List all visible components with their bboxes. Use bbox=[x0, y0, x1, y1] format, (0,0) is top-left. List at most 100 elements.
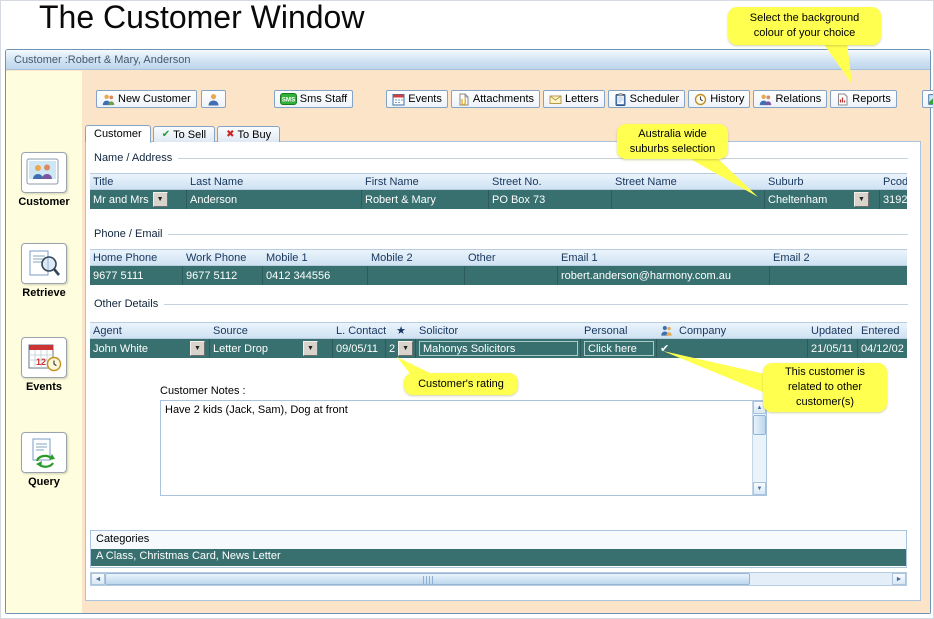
suburb-cell[interactable]: Cheltenham▼ bbox=[765, 190, 880, 209]
retrieve-magnifier-icon bbox=[21, 243, 67, 284]
updated-cell: 21/05/11 bbox=[808, 339, 858, 358]
sidebar-item-retrieve[interactable]: Retrieve bbox=[6, 243, 82, 299]
sidebar-item-customer[interactable]: Customer bbox=[6, 152, 82, 208]
col-street-no: Street No. bbox=[489, 176, 612, 188]
customer-notes-text[interactable]: Have 2 kids (Jack, Sam), Dog at front bbox=[165, 404, 748, 416]
relations-button[interactable]: Relations bbox=[753, 90, 827, 108]
events-button[interactable]: Events bbox=[386, 90, 448, 108]
sidebar-item-events[interactable]: 12 Events bbox=[6, 337, 82, 393]
svg-text:12: 12 bbox=[36, 357, 46, 367]
scroll-right-arrow-icon[interactable]: ► bbox=[892, 573, 906, 585]
toolbar: New Customer SMS Sms Staff Events bbox=[82, 88, 930, 110]
source-dropdown-button[interactable]: ▼ bbox=[303, 341, 318, 356]
col-last-name: Last Name bbox=[187, 176, 362, 188]
new-customer-button[interactable]: New Customer bbox=[96, 90, 197, 108]
letters-button[interactable]: Letters bbox=[543, 90, 605, 108]
company-related-cell[interactable]: ✔ bbox=[657, 339, 808, 358]
title-dropdown-button[interactable]: ▼ bbox=[153, 192, 168, 207]
categories-label: Categories bbox=[91, 531, 906, 549]
solicitor-cell[interactable]: Mahonys Solicitors bbox=[416, 339, 581, 358]
sidebar-item-query[interactable]: Query bbox=[6, 432, 82, 488]
callout-related: This customer is related to other custom… bbox=[763, 363, 887, 412]
street-name-cell[interactable] bbox=[612, 190, 765, 209]
other-details-table: Agent Source L. Contact ★ Solicitor Pers… bbox=[90, 322, 907, 358]
attachments-button[interactable]: Attachments bbox=[451, 90, 540, 108]
name-address-table: Title Last Name First Name Street No. St… bbox=[90, 173, 907, 209]
scroll-left-arrow-icon[interactable]: ◄ bbox=[91, 573, 105, 585]
col-entered: Entered bbox=[858, 325, 907, 337]
horizontal-scrollbar-thumb[interactable] bbox=[105, 573, 750, 585]
picture-icon bbox=[928, 93, 934, 106]
sidebar-item-label: Customer bbox=[6, 196, 82, 208]
events-icon bbox=[392, 93, 405, 106]
first-name-cell[interactable]: Robert & Mary bbox=[362, 190, 489, 209]
related-check-icon: ✔ bbox=[660, 342, 669, 355]
clipboard-icon bbox=[614, 93, 627, 106]
rating-dropdown-button[interactable]: ▼ bbox=[398, 341, 413, 356]
horizontal-scrollbar[interactable]: ◄ ► bbox=[90, 572, 907, 586]
phone-email-table: Home Phone Work Phone Mobile 1 Mobile 2 … bbox=[90, 249, 907, 285]
street-no-cell[interactable]: PO Box 73 bbox=[489, 190, 612, 209]
new-customer-icon bbox=[102, 93, 115, 106]
col-email-1: Email 1 bbox=[558, 252, 770, 264]
tab-to-buy[interactable]: ✖To Buy bbox=[217, 126, 280, 142]
background-colour-button[interactable] bbox=[922, 90, 934, 108]
scrollbar-grip-icon bbox=[423, 576, 433, 584]
reports-button[interactable]: Reports bbox=[830, 90, 897, 108]
work-phone-cell[interactable]: 9677 5112 bbox=[183, 266, 263, 285]
customer-notes-box[interactable]: Have 2 kids (Jack, Sam), Dog at front ▲ … bbox=[160, 400, 767, 496]
scroll-down-arrow-icon[interactable]: ▼ bbox=[753, 482, 766, 495]
col-first-name: First Name bbox=[362, 176, 489, 188]
callout-rating: Customer's rating bbox=[404, 373, 518, 395]
sms-staff-button[interactable]: SMS Sms Staff bbox=[274, 90, 353, 108]
chevron-down-icon: ▼ bbox=[194, 345, 201, 352]
page-title: The Customer Window bbox=[39, 0, 364, 36]
notes-scrollbar[interactable]: ▲ ▼ bbox=[752, 401, 766, 495]
col-personal: Personal bbox=[581, 325, 657, 337]
col-home-phone: Home Phone bbox=[90, 252, 183, 264]
col-suburb: Suburb bbox=[765, 176, 880, 188]
col-company: Company bbox=[657, 325, 808, 337]
customer-photo-icon bbox=[21, 152, 67, 193]
tab-customer[interactable]: Customer bbox=[85, 125, 151, 143]
chevron-down-icon: ▼ bbox=[858, 196, 865, 203]
agent-cell[interactable]: John White▼ bbox=[90, 339, 210, 358]
source-cell[interactable]: Letter Drop▼ bbox=[210, 339, 333, 358]
personal-cell[interactable]: Click here bbox=[581, 339, 657, 358]
home-phone-cell[interactable]: 9677 5111 bbox=[90, 266, 183, 285]
col-source: Source bbox=[210, 325, 333, 337]
email-1-cell[interactable]: robert.anderson@harmony.com.au bbox=[558, 266, 770, 285]
customer-notes-label: Customer Notes : bbox=[160, 385, 246, 397]
rating-cell[interactable]: 2▼ bbox=[386, 339, 416, 358]
mobile-1-cell[interactable]: 0412 344556 bbox=[263, 266, 368, 285]
last-name-cell[interactable]: Anderson bbox=[187, 190, 362, 209]
customer-picker-button[interactable] bbox=[201, 90, 226, 108]
section-other-details: Other Details bbox=[94, 298, 908, 310]
mobile-2-cell[interactable] bbox=[368, 266, 465, 285]
categories-value[interactable]: A Class, Christmas Card, News Letter bbox=[91, 549, 906, 566]
notes-scrollbar-thumb[interactable] bbox=[753, 415, 766, 435]
clock-icon bbox=[694, 93, 707, 106]
main-area: New Customer SMS Sms Staff Events bbox=[82, 71, 930, 613]
col-mobile-1: Mobile 1 bbox=[263, 252, 368, 264]
other-details-row: John White▼ Letter Drop▼ 09/05/11 2▼ Mah… bbox=[90, 339, 907, 358]
sidebar-item-label: Events bbox=[6, 381, 82, 393]
agent-dropdown-button[interactable]: ▼ bbox=[190, 341, 205, 356]
email-2-cell[interactable] bbox=[770, 266, 907, 285]
envelope-icon bbox=[549, 93, 562, 106]
section-phone-email: Phone / Email bbox=[94, 228, 908, 240]
chevron-down-icon: ▼ bbox=[402, 345, 409, 352]
history-button[interactable]: History bbox=[688, 90, 750, 108]
scheduler-button[interactable]: Scheduler bbox=[608, 90, 686, 108]
other-phone-cell[interactable] bbox=[465, 266, 558, 285]
title-cell[interactable]: Mr and Mrs▼ bbox=[90, 190, 187, 209]
report-icon bbox=[836, 93, 849, 106]
name-address-row: Mr and Mrs▼ Anderson Robert & Mary PO Bo… bbox=[90, 190, 907, 209]
pcod-cell[interactable]: 3192 bbox=[880, 190, 907, 209]
col-title: Title bbox=[90, 176, 187, 188]
tab-to-sell[interactable]: ✔To Sell bbox=[153, 126, 215, 142]
last-contact-cell[interactable]: 09/05/11 bbox=[333, 339, 386, 358]
company-people-icon bbox=[660, 325, 673, 336]
suburb-dropdown-button[interactable]: ▼ bbox=[854, 192, 869, 207]
callout-background-colour: Select the background colour of your cho… bbox=[728, 7, 881, 45]
